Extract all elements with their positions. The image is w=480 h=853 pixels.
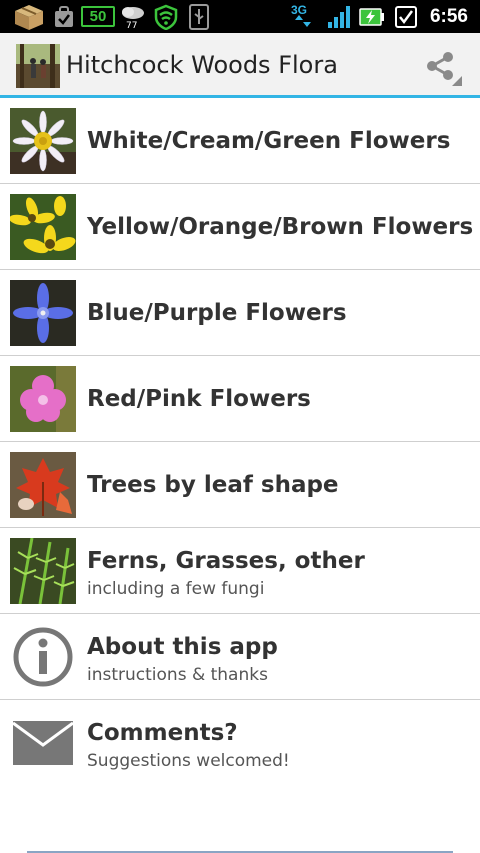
network-activity-arrows-icon [294, 14, 312, 28]
menu-item-title: Yellow/Orange/Brown Flowers [87, 214, 474, 240]
menu-item-red-pink-flowers[interactable]: Red/Pink Flowers [0, 356, 480, 442]
app-icon[interactable] [16, 44, 60, 88]
info-icon [10, 624, 76, 690]
menu-item-title: Blue/Purple Flowers [87, 300, 347, 326]
clock: 6:56 [429, 6, 468, 27]
wifi-shield-icon [152, 0, 180, 33]
menu-item-title: Trees by leaf shape [87, 472, 339, 498]
menu-item-comments[interactable]: Comments? Suggestions welcomed! [0, 700, 480, 786]
menu-item-title: Ferns, Grasses, other [87, 548, 365, 574]
blue-flower-thumbnail [10, 280, 76, 346]
menu-item-about[interactable]: About this app instructions & thanks [0, 614, 480, 700]
overflow-corner-indicator [452, 76, 462, 86]
red-maple-leaf-thumbnail [10, 452, 76, 518]
menu-item-title: Comments? [87, 720, 238, 746]
share-icon [427, 52, 453, 80]
menu-item-yellow-flowers[interactable]: Yellow/Orange/Brown Flowers [0, 184, 480, 270]
status-bar: 50 77 3G 6:56 [0, 0, 480, 33]
menu-item-blue-flowers[interactable]: Blue/Purple Flowers [0, 270, 480, 356]
menu-item-trees[interactable]: Trees by leaf shape [0, 442, 480, 528]
menu-item-subtitle: Suggestions welcomed! [87, 751, 290, 771]
menu-item-ferns[interactable]: Ferns, Grasses, other including a few fu… [0, 528, 480, 614]
battery-level-icon: 50 [81, 6, 115, 27]
menu-item-subtitle: including a few fungi [87, 579, 265, 599]
menu-item-subtitle: instructions & thanks [87, 665, 268, 685]
pink-flower-thumbnail [10, 366, 76, 432]
menu-item-title: About this app [87, 634, 278, 660]
white-daisy-thumbnail [10, 108, 76, 174]
menu-item-white-flowers[interactable]: White/Cream/Green Flowers [0, 98, 480, 184]
weather-snow-icon: 77 [118, 0, 148, 33]
menu-item-title: Red/Pink Flowers [87, 386, 311, 412]
fern-thumbnail [10, 538, 76, 604]
page-title: Hitchcock Woods Flora [66, 51, 338, 79]
svg-text:77: 77 [126, 21, 137, 30]
menu-list: White/Cream/Green Flowers Yellow/Orange/ [0, 98, 480, 786]
battery-charging-icon [358, 0, 386, 33]
task-check-icon [52, 0, 76, 33]
envelope-icon [10, 710, 76, 776]
package-icon [10, 0, 48, 33]
usb-icon [186, 0, 212, 33]
signal-bars-icon [326, 0, 352, 33]
yellow-flower-thumbnail [10, 194, 76, 260]
checkbox-notification-icon [394, 0, 418, 33]
menu-item-title: White/Cream/Green Flowers [87, 128, 451, 154]
